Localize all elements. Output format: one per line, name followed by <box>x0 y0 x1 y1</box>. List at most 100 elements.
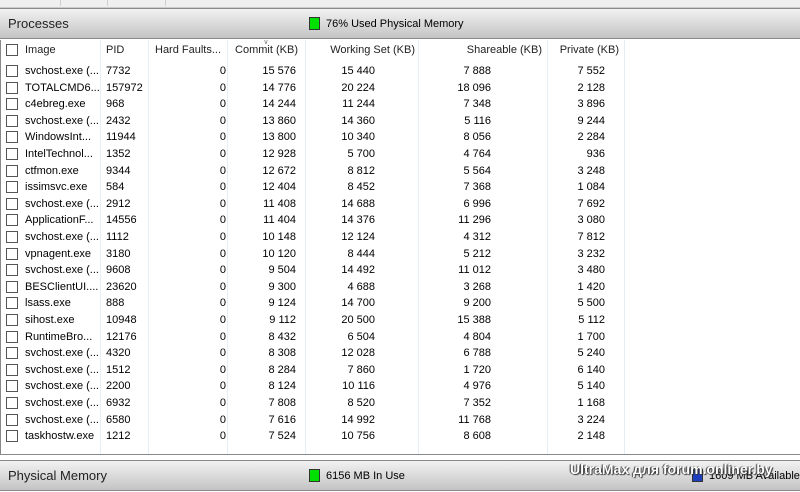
row-checkbox[interactable] <box>6 363 18 376</box>
cell-image: IntelTechnol... <box>25 148 93 160</box>
cell-hard-faults: 0 <box>219 98 226 111</box>
row-checkbox[interactable] <box>6 164 18 177</box>
table-row[interactable]: WindowsInt... 11944 0 13 800 10 340 8 056 2 28… <box>1 129 625 146</box>
processes-panel-header[interactable]: Processes 76% Used Physical Memory <box>0 8 800 39</box>
cell-private: 1 700 <box>577 330 605 343</box>
table-row[interactable]: ctfmon.exe 9344 0 12 672 8 812 5 564 3 248 <box>1 163 625 180</box>
row-checkbox[interactable] <box>6 231 18 243</box>
cell-commit: 10 148 <box>262 231 296 243</box>
cell-hard-faults: 0 <box>219 131 226 144</box>
table-row[interactable]: ApplicationF... 14556 0 11 404 14 376 11 296 3… <box>1 212 625 229</box>
cell-pid: 12176 <box>106 330 137 343</box>
row-checkbox[interactable] <box>6 214 18 227</box>
column-header-hard-faults[interactable]: Hard Faults... <box>155 44 221 56</box>
table-row[interactable]: svchost.exe (... 6580 0 7 616 14 992 11 768 3 … <box>1 412 625 429</box>
column-header-private[interactable]: Private (KB) <box>560 44 619 56</box>
cell-private: 3 480 <box>577 264 605 277</box>
cell-image: svchost.exe (... <box>25 347 99 360</box>
cell-commit: 8 124 <box>268 380 296 393</box>
row-checkbox[interactable] <box>6 380 18 393</box>
column-header-shareable[interactable]: Shareable (KB) <box>467 44 542 56</box>
row-checkbox[interactable] <box>6 148 18 160</box>
row-checkbox[interactable] <box>6 430 18 443</box>
table-row[interactable]: svchost.exe (... 6932 0 7 808 8 520 7 352 1 16… <box>1 395 625 412</box>
row-checkbox[interactable] <box>6 264 18 277</box>
cell-commit: 7 808 <box>268 397 296 409</box>
table-row[interactable]: IntelTechnol... 1352 0 12 928 5 700 4 764 936 <box>1 146 625 163</box>
row-checkbox[interactable] <box>6 314 18 326</box>
row-checkbox[interactable] <box>6 347 18 360</box>
cell-working-set: 14 992 <box>341 413 375 426</box>
column-header-image[interactable]: Image <box>25 44 56 56</box>
row-checkbox[interactable] <box>6 413 18 426</box>
cell-working-set: 10 116 <box>342 380 375 393</box>
cell-private: 3 896 <box>577 98 605 111</box>
panel-title: Physical Memory <box>8 468 107 483</box>
row-checkbox[interactable] <box>6 98 18 111</box>
cell-hard-faults: 0 <box>219 264 226 277</box>
row-checkbox[interactable] <box>6 131 18 144</box>
table-row[interactable]: svchost.exe (... 1112 0 10 148 12 124 4 312 7 … <box>1 229 625 246</box>
cell-pid: 6580 <box>106 413 131 426</box>
row-checkbox[interactable] <box>6 297 18 310</box>
cell-working-set: 14 688 <box>341 197 375 210</box>
row-checkbox[interactable] <box>6 197 18 210</box>
cell-hard-faults: 0 <box>219 164 226 177</box>
table-row[interactable]: svchost.exe (... 2912 0 11 408 14 688 6 996 7 … <box>1 196 625 213</box>
watermark: UltraMax для forum.onliner.by <box>570 461 773 477</box>
cell-private: 9 244 <box>577 114 605 127</box>
cell-pid: 1512 <box>106 363 131 376</box>
cell-working-set: 6 504 <box>347 330 375 343</box>
legend-label: 6156 MB In Use <box>326 469 405 482</box>
table-row[interactable]: svchost.exe (... 7732 0 15 576 15 440 7 888 7 … <box>1 63 625 80</box>
table-row[interactable]: lsass.exe 888 0 9 124 14 700 9 200 5 500 <box>1 295 625 312</box>
table-row[interactable]: c4ebreg.exe 968 0 14 244 11 244 7 348 3 896 <box>1 96 625 113</box>
cell-hard-faults: 0 <box>219 314 226 326</box>
cell-image: svchost.exe (... <box>25 363 99 376</box>
table-row[interactable]: BESClientUI.... 23620 0 9 300 4 688 3 268 1 42… <box>1 279 625 296</box>
row-checkbox[interactable] <box>6 65 18 77</box>
green-swatch-icon <box>309 17 320 30</box>
row-checkbox[interactable] <box>6 114 18 127</box>
tab[interactable] <box>60 0 61 6</box>
cell-shareable: 6 996 <box>463 197 491 210</box>
table-row[interactable]: svchost.exe (... 9608 0 9 504 14 492 11 012 3 … <box>1 262 625 279</box>
row-checkbox[interactable] <box>6 280 18 293</box>
table-row[interactable]: RuntimeBro... 12176 0 8 432 6 504 4 804 1 700 <box>1 329 625 346</box>
column-header-commit[interactable]: Commit (KB) <box>235 44 298 56</box>
cell-commit: 11 408 <box>263 197 296 210</box>
table-row[interactable]: issimsvc.exe 584 0 12 404 8 452 7 368 1 084 <box>1 179 625 196</box>
table-row[interactable]: sihost.exe 10948 0 9 112 20 500 15 388 5 112 <box>1 312 625 329</box>
table-row[interactable]: svchost.exe (... 2432 0 13 860 14 360 5 116 9 … <box>1 113 625 130</box>
table-row[interactable]: svchost.exe (... 2200 0 8 124 10 116 4 976 5 1… <box>1 378 625 395</box>
row-checkbox[interactable] <box>6 397 18 409</box>
cell-shareable: 15 388 <box>457 314 491 326</box>
cell-hard-faults: 0 <box>219 247 226 260</box>
table-row[interactable]: TOTALCMD6... 157972 0 14 776 20 224 18 096 2 1… <box>1 80 625 97</box>
cell-pid: 968 <box>106 98 125 111</box>
row-checkbox[interactable] <box>6 181 18 194</box>
cell-pid: 14556 <box>106 214 137 227</box>
tab[interactable] <box>107 0 108 6</box>
cell-image: ApplicationF... <box>25 214 94 227</box>
table-row[interactable]: svchost.exe (... 4320 0 8 308 12 028 6 788 5 2… <box>1 345 625 362</box>
tab[interactable] <box>165 0 166 6</box>
select-all-checkbox[interactable] <box>6 44 18 56</box>
cell-shareable: 7 348 <box>463 98 491 111</box>
cell-shareable: 18 096 <box>457 81 491 94</box>
cell-image: sihost.exe <box>25 314 75 326</box>
cell-working-set: 20 500 <box>341 314 375 326</box>
cell-image: c4ebreg.exe <box>25 98 86 111</box>
cell-commit: 13 860 <box>262 114 296 127</box>
row-checkbox[interactable] <box>6 247 18 260</box>
column-header-working-set[interactable]: Working Set (KB) <box>330 44 415 56</box>
row-checkbox[interactable] <box>6 330 18 343</box>
cell-shareable: 4 764 <box>463 148 491 160</box>
row-checkbox[interactable] <box>6 81 18 94</box>
table-row[interactable]: svchost.exe (... 1512 0 8 284 7 860 1 720 6 14… <box>1 362 625 379</box>
table-row[interactable]: vpnagent.exe 3180 0 10 120 8 444 5 212 3 232 <box>1 246 625 263</box>
column-header-pid[interactable]: PID <box>106 44 124 56</box>
cell-working-set: 8 444 <box>347 247 375 260</box>
table-row[interactable]: taskhostw.exe 1212 0 7 524 10 756 8 608 2 148 <box>1 428 625 445</box>
cell-hard-faults: 0 <box>219 330 226 343</box>
